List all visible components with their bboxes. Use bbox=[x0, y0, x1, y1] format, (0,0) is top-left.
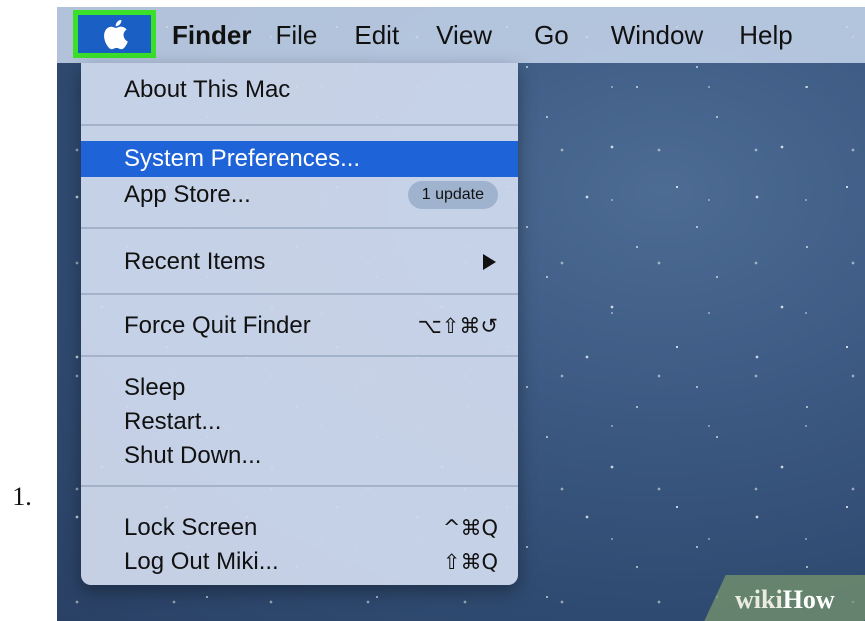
menu-bar: Finder File Edit View Go Window Help bbox=[57, 7, 865, 63]
menu-item-label: Force Quit Finder bbox=[124, 312, 311, 339]
mac-desktop-screenshot: Finder File Edit View Go Window Help Abo… bbox=[57, 7, 865, 621]
submenu-arrow-icon bbox=[483, 254, 496, 270]
menu-item-label: Sleep bbox=[124, 374, 186, 401]
menu-item-system-preferences[interactable]: System Preferences... bbox=[81, 141, 518, 177]
menu-item-app-store[interactable]: App Store... 1 update bbox=[81, 177, 518, 213]
menu-item-force-quit[interactable]: Force Quit Finder ⌥⇧⌘↺ bbox=[81, 308, 518, 344]
menu-finder[interactable]: Finder bbox=[172, 20, 251, 51]
menu-titles: Finder File Edit View Go Window Help bbox=[172, 7, 793, 63]
menu-item-label: App Store... bbox=[124, 181, 251, 208]
menu-item-log-out[interactable]: Log Out Miki... ⇧⌘Q bbox=[81, 544, 518, 580]
menu-item-label: Log Out Miki... bbox=[124, 548, 279, 575]
menu-item-label: Restart... bbox=[124, 408, 222, 435]
menu-separator bbox=[81, 485, 518, 487]
apple-menu-button[interactable] bbox=[73, 10, 156, 58]
menu-item-sleep[interactable]: Sleep bbox=[81, 370, 518, 406]
menu-item-recent-items[interactable]: Recent Items bbox=[81, 244, 518, 280]
menu-window[interactable]: Window bbox=[611, 20, 703, 51]
menu-separator bbox=[81, 227, 518, 229]
watermark-wiki: wiki bbox=[735, 585, 783, 614]
menu-view[interactable]: View bbox=[436, 20, 492, 51]
menu-item-about-this-mac[interactable]: About This Mac bbox=[81, 72, 518, 108]
menu-item-label: Shut Down... bbox=[124, 442, 262, 469]
keyboard-shortcut: ⇧⌘Q bbox=[442, 550, 498, 574]
keyboard-shortcut: ^⌘Q bbox=[442, 516, 498, 540]
apple-logo-icon bbox=[103, 19, 128, 50]
menu-help[interactable]: Help bbox=[739, 20, 792, 51]
watermark-how: How bbox=[782, 585, 835, 614]
menu-edit[interactable]: Edit bbox=[354, 20, 399, 51]
menu-separator bbox=[81, 355, 518, 357]
menu-item-lock-screen[interactable]: Lock Screen ^⌘Q bbox=[81, 510, 518, 546]
menu-separator bbox=[81, 293, 518, 295]
keyboard-shortcut: ⌥⇧⌘↺ bbox=[417, 314, 498, 338]
menu-item-shut-down[interactable]: Shut Down... bbox=[81, 438, 518, 474]
menu-go[interactable]: Go bbox=[534, 20, 569, 51]
wikihow-watermark: wikiHow bbox=[735, 585, 835, 615]
apple-menu-dropdown: About This Mac System Preferences... App… bbox=[81, 63, 518, 585]
step-number: 1. bbox=[12, 482, 32, 511]
menu-file[interactable]: File bbox=[275, 20, 317, 51]
menu-item-label: System Preferences... bbox=[124, 145, 361, 172]
menu-separator bbox=[81, 124, 518, 126]
menu-item-restart[interactable]: Restart... bbox=[81, 404, 518, 440]
menu-item-label: About This Mac bbox=[124, 76, 291, 103]
update-count-badge: 1 update bbox=[407, 181, 498, 209]
menu-item-label: Recent Items bbox=[124, 248, 266, 275]
menu-item-label: Lock Screen bbox=[124, 514, 258, 541]
